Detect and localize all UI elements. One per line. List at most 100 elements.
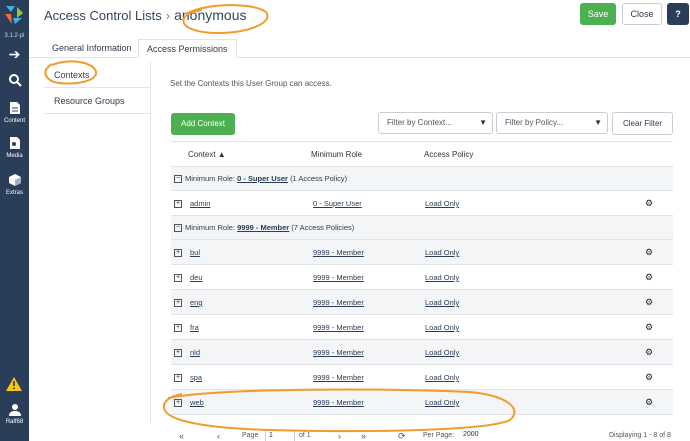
policy-link[interactable]: Load Only	[425, 290, 459, 315]
page-label: Page	[242, 432, 259, 439]
panel-description: Set the Contexts this User Group can acc…	[170, 79, 332, 88]
prev-page-icon[interactable]: ‹	[217, 429, 220, 441]
expand-icon[interactable]: +	[174, 274, 182, 282]
policy-link[interactable]: Load Only	[425, 340, 459, 365]
table-row[interactable]: + admin 0 - Super User Load Only ⚙	[171, 191, 673, 216]
refresh-icon[interactable]: ⟳	[398, 429, 406, 441]
rail-arrow-button[interactable]: ➔	[0, 46, 29, 62]
role-link[interactable]: 9999 - Member	[313, 265, 364, 290]
role-link[interactable]: 9999 - Member	[313, 365, 364, 390]
gear-icon[interactable]: ⚙	[645, 340, 653, 365]
context-link[interactable]: spa	[190, 365, 202, 390]
subtab-contexts[interactable]: Contexts	[44, 62, 150, 88]
expand-icon[interactable]: +	[174, 349, 182, 357]
expand-icon[interactable]: +	[174, 399, 182, 407]
expand-icon[interactable]: +	[174, 374, 182, 382]
context-link[interactable]: bul	[190, 240, 200, 265]
save-button[interactable]: Save	[580, 3, 616, 25]
gear-icon[interactable]: ⚙	[645, 390, 653, 415]
rail-media-label: Media	[6, 153, 23, 159]
gear-icon[interactable]: ⚙	[645, 265, 653, 290]
main-tabs: General Information Access Permissions	[29, 36, 690, 58]
rail-search-button[interactable]	[0, 73, 29, 89]
per-page-label: Per Page:	[423, 432, 455, 439]
policy-link[interactable]: Load Only	[425, 191, 459, 216]
table-row[interactable]: + deu 9999 - Member Load Only ⚙	[171, 265, 673, 290]
role-link[interactable]: 9999 - Member	[313, 340, 364, 365]
context-link[interactable]: web	[190, 390, 204, 415]
table-row[interactable]: + spa 9999 - Member Load Only ⚙	[171, 365, 673, 390]
column-header-minimum-role[interactable]: Minimum Role	[311, 142, 362, 167]
expand-icon[interactable]: +	[174, 299, 182, 307]
table-row[interactable]: + web 9999 - Member Load Only ⚙	[171, 390, 673, 415]
rail-extras-button[interactable]: Extras	[0, 173, 29, 196]
rail-media-button[interactable]: Media	[0, 136, 29, 159]
tab-general-information[interactable]: General Information	[44, 39, 140, 58]
first-page-icon[interactable]: «	[179, 429, 184, 441]
collapse-icon[interactable]: −	[174, 175, 182, 183]
role-link[interactable]: 9999 - Member	[313, 240, 364, 265]
group-row[interactable]: − Minimum Role: 9999 - Member (7 Access …	[171, 216, 673, 240]
table-row[interactable]: + eng 9999 - Member Load Only ⚙	[171, 290, 673, 315]
content-icon	[0, 101, 29, 117]
column-header-context[interactable]: Context ▲	[188, 142, 226, 167]
gear-icon[interactable]: ⚙	[645, 290, 653, 315]
table-row[interactable]: + nld 9999 - Member Load Only ⚙	[171, 340, 673, 365]
page-count-label: of 1	[299, 432, 311, 439]
context-link[interactable]: admin	[190, 191, 210, 216]
user-menu[interactable]: Ralf68	[0, 403, 29, 425]
next-page-icon[interactable]: ›	[338, 429, 341, 441]
last-page-icon[interactable]: »	[361, 429, 366, 441]
role-link[interactable]: 9999 - Member	[313, 390, 364, 415]
breadcrumb-separator: ›	[165, 8, 171, 23]
tab-access-permissions[interactable]: Access Permissions	[138, 39, 237, 58]
close-button[interactable]: Close	[622, 3, 662, 25]
version-label: 3.1.2-pl	[4, 33, 25, 39]
group-role-link[interactable]: 9999 - Member	[237, 223, 289, 232]
policy-link[interactable]: Load Only	[425, 265, 459, 290]
role-link[interactable]: 9999 - Member	[313, 315, 364, 340]
vertical-subtabs: Contexts Resource Groups	[44, 62, 151, 422]
rail-extras-label: Extras	[5, 190, 23, 196]
role-link[interactable]: 9999 - Member	[313, 290, 364, 315]
collapse-icon[interactable]: −	[174, 224, 182, 232]
clear-filter-button[interactable]: Clear Filter	[612, 112, 673, 135]
gear-icon[interactable]: ⚙	[645, 191, 653, 216]
gear-icon[interactable]: ⚙	[645, 240, 653, 265]
table-row[interactable]: + bul 9999 - Member Load Only ⚙	[171, 240, 673, 265]
filter-by-context-value: Filter by Context...	[387, 118, 452, 127]
policy-link[interactable]: Load Only	[425, 365, 459, 390]
subtab-resource-groups[interactable]: Resource Groups	[44, 88, 150, 114]
context-link[interactable]: nld	[190, 340, 200, 365]
role-link[interactable]: 0 - Super User	[313, 191, 362, 216]
page-number-input[interactable]: 1	[265, 430, 295, 441]
policy-link[interactable]: Load Only	[425, 315, 459, 340]
breadcrumb-parent-link[interactable]: Access Control Lists	[44, 8, 162, 23]
context-link[interactable]: fra	[190, 315, 199, 340]
rail-content-button[interactable]: Content	[0, 101, 29, 124]
group-role-link[interactable]: 0 - Super User	[237, 174, 288, 183]
chevron-down-icon: ▼	[594, 118, 602, 127]
per-page-input[interactable]: 2000	[460, 430, 494, 441]
context-link[interactable]: deu	[190, 265, 203, 290]
table-row[interactable]: + fra 9999 - Member Load Only ⚙	[171, 315, 673, 340]
policy-link[interactable]: Load Only	[425, 390, 459, 415]
help-button[interactable]: ?	[667, 3, 689, 25]
expand-icon[interactable]: +	[174, 200, 182, 208]
add-context-button[interactable]: Add Context	[171, 113, 235, 135]
gear-icon[interactable]: ⚙	[645, 365, 653, 390]
context-link[interactable]: eng	[190, 290, 203, 315]
group-label: Minimum Role: 0 - Super User (1 Access P…	[185, 174, 348, 183]
filter-by-context-select[interactable]: Filter by Context... ▼	[378, 112, 493, 134]
gear-icon[interactable]: ⚙	[645, 315, 653, 340]
modx-logo-icon[interactable]	[3, 4, 25, 26]
column-header-access-policy[interactable]: Access Policy	[424, 142, 473, 167]
expand-icon[interactable]: +	[174, 249, 182, 257]
expand-icon[interactable]: +	[174, 324, 182, 332]
group-row[interactable]: − Minimum Role: 0 - Super User (1 Access…	[171, 167, 673, 191]
warning-icon[interactable]	[6, 377, 22, 391]
filter-by-policy-select[interactable]: Filter by Policy... ▼	[496, 112, 608, 134]
breadcrumb-current: anonymous	[174, 7, 247, 23]
policy-link[interactable]: Load Only	[425, 240, 459, 265]
arrow-right-icon: ➔	[8, 46, 21, 62]
